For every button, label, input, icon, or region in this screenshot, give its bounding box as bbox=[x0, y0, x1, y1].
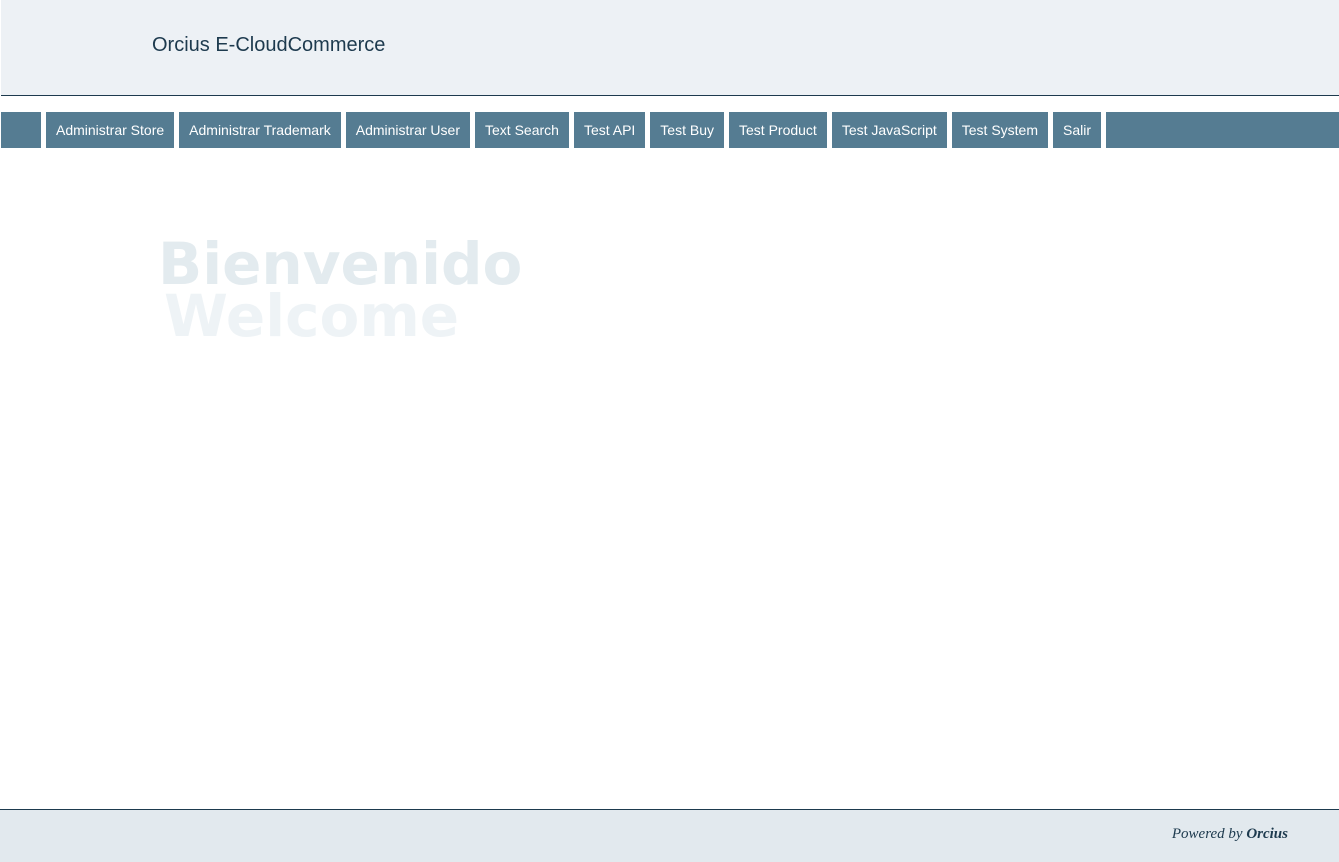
nav-spacer-right bbox=[1106, 112, 1339, 148]
nav-item-administrar-store[interactable]: Administrar Store bbox=[46, 112, 175, 148]
welcome-banner: Bienvenido Welcome bbox=[158, 235, 522, 345]
nav-item-test-api[interactable]: Test API bbox=[573, 112, 646, 148]
nav-item-test-system[interactable]: Test System bbox=[951, 112, 1049, 148]
nav-item-administrar-user[interactable]: Administrar User bbox=[345, 112, 470, 148]
nav-item-test-product[interactable]: Test Product bbox=[729, 112, 827, 148]
powered-by-brand: Orcius bbox=[1246, 826, 1288, 842]
nav-item-test-buy[interactable]: Test Buy bbox=[650, 112, 724, 148]
page: Orcius E-CloudCommerce Administrar Store… bbox=[0, 0, 1339, 862]
footer: Powered by Orcius bbox=[0, 809, 1339, 862]
header: Orcius E-CloudCommerce bbox=[1, 0, 1339, 96]
nav-item-text-search[interactable]: Text Search bbox=[475, 112, 569, 148]
nav-item-test-javascript[interactable]: Test JavaScript bbox=[831, 112, 947, 148]
nav-item-salir[interactable]: Salir bbox=[1053, 112, 1102, 148]
powered-by: Powered by Orcius bbox=[1172, 826, 1288, 843]
nav-spacer-left bbox=[1, 112, 41, 148]
app-title: Orcius E-CloudCommerce bbox=[152, 34, 386, 56]
nav-item-administrar-trademark[interactable]: Administrar Trademark bbox=[179, 112, 341, 148]
powered-by-prefix: Powered by bbox=[1171, 826, 1243, 842]
nav-bar: Administrar Store Administrar Trademark … bbox=[1, 112, 1339, 148]
